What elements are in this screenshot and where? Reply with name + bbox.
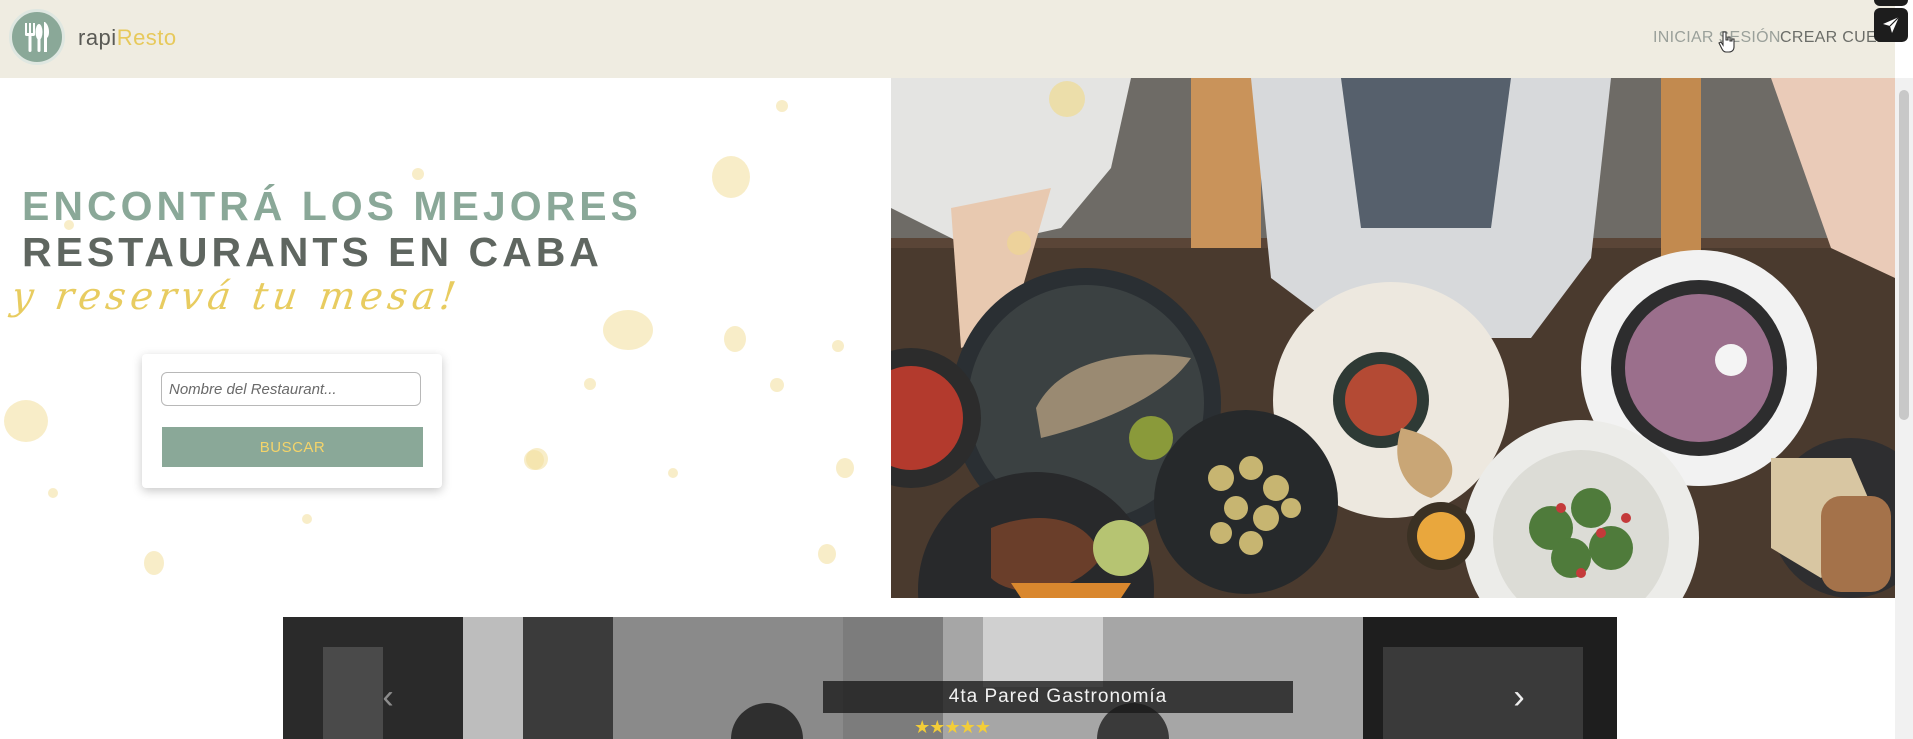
toolbar-button[interactable] [1874,0,1908,6]
hero-headline-line2: RESTAURANTS EN CABA [22,229,603,275]
hero-food-image [891,78,1895,598]
brand-name[interactable]: rapiResto [78,25,177,51]
restaurant-carousel: ‹ › 4ta Pared Gastronomía ★★★★★ [283,617,1617,739]
login-link[interactable]: INICIAR SESIÓN [1653,29,1781,47]
brand-suffix: Resto [116,25,177,50]
rating-stars: ★★★★★ [914,717,991,737]
hero-tagline: y reservá tu mesa! [8,274,464,318]
hero-headline-line1: ENCONTRÁ LOS MEJORES [22,183,642,229]
pointer-cursor-icon [1718,31,1736,58]
top-navbar: rapiResto INICIAR SESIÓN CREAR CUEN [0,0,1895,78]
hero-section: ENCONTRÁ LOS MEJORES RESTAURANTS EN CABA… [0,78,891,598]
search-button[interactable]: BUSCAR [162,427,423,467]
chevron-right-icon[interactable]: › [1504,679,1534,715]
brand-prefix: rapi [78,25,117,50]
signup-link[interactable]: CREAR CUEN [1780,29,1889,47]
search-card: BUSCAR [142,354,442,488]
send-icon[interactable] [1874,8,1908,42]
logo-cutlery-icon[interactable] [9,9,65,65]
restaurant-search-input[interactable] [161,372,421,406]
carousel-slide-title[interactable]: 4ta Pared Gastronomía [823,681,1293,713]
scrollbar-thumb[interactable] [1899,90,1909,420]
chevron-left-icon[interactable]: ‹ [373,679,403,715]
